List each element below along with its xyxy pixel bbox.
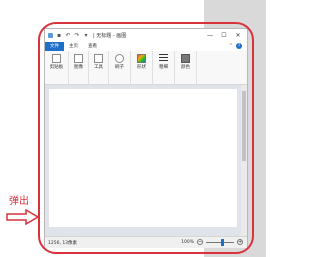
- highlight-outline: [38, 22, 254, 254]
- arrow-right-icon: [6, 209, 40, 225]
- callout-label: 弹出: [9, 196, 29, 207]
